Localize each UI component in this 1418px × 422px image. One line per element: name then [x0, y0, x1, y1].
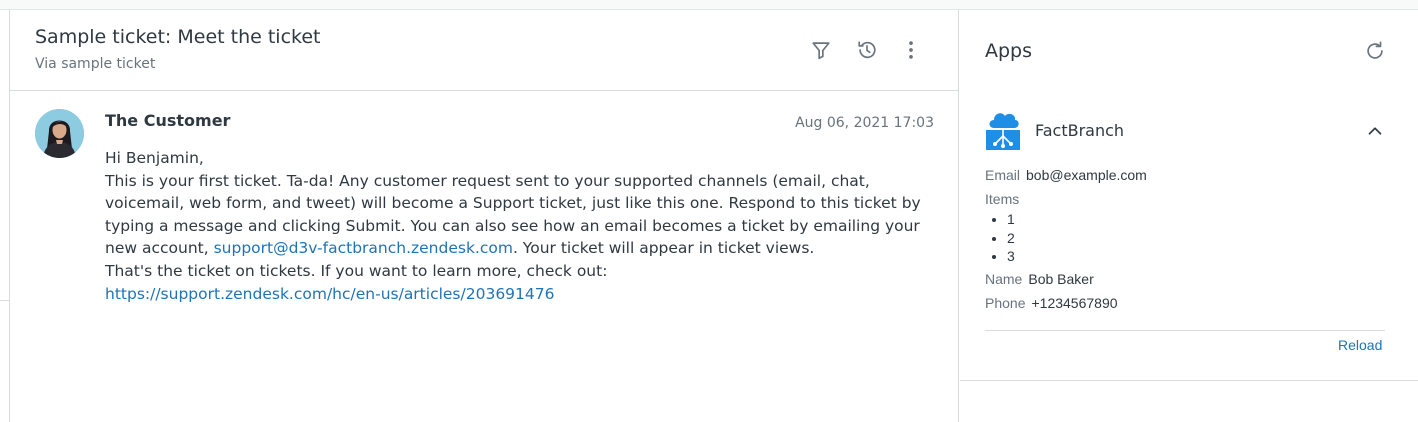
message-author: The Customer: [105, 111, 231, 130]
ticket-pane: Sample ticket: Meet the ticket Via sampl…: [10, 10, 959, 422]
history-icon[interactable]: [856, 39, 878, 61]
message-paragraph: This is your first ticket. Ta-da! Any cu…: [105, 170, 945, 260]
field-items: Items: [985, 190, 1385, 210]
list-item: 1: [1007, 210, 1385, 229]
message-closing: That's the ticket on tickets. If you wan…: [105, 261, 608, 280]
phone-value: +1234567890: [1031, 294, 1118, 311]
left-gutter: [0, 10, 10, 422]
field-name: Name Bob Baker: [985, 270, 1385, 294]
phone-label: Phone: [985, 294, 1026, 311]
support-email-link[interactable]: support@d3v-factbranch.zendesk.com: [214, 239, 513, 257]
avatar: [35, 109, 84, 158]
apps-panel: Apps FactBranch Email bob@example.com It…: [960, 10, 1418, 422]
field-phone: Phone +1234567890: [985, 294, 1385, 318]
refresh-icon[interactable]: [1364, 40, 1386, 62]
ticket-header: Sample ticket: Meet the ticket Via sampl…: [10, 10, 959, 91]
article-link[interactable]: https://support.zendesk.com/hc/en-us/art…: [105, 285, 555, 303]
ticket-channel: Via sample ticket: [35, 56, 156, 72]
apps-title: Apps: [985, 40, 1033, 62]
message-greeting: Hi Benjamin,: [105, 149, 204, 167]
items-list: 1 2 3: [985, 210, 1385, 266]
list-item: 3: [1007, 247, 1385, 266]
chevron-up-icon[interactable]: [1364, 120, 1386, 142]
name-value: Bob Baker: [1028, 270, 1094, 287]
app-name: FactBranch: [1035, 121, 1125, 140]
app-card-factbranch: FactBranch Email bob@example.com Items 1 …: [960, 94, 1418, 381]
field-email: Email bob@example.com: [985, 166, 1385, 190]
message-text: . Your ticket will appear in ticket view…: [512, 239, 815, 258]
email-label: Email: [985, 167, 1021, 183]
top-strip: [0, 0, 1418, 10]
message-body: Hi Benjamin, This is your first ticket. …: [105, 147, 945, 305]
ticket-title: Sample ticket: Meet the ticket: [35, 26, 321, 48]
more-vertical-icon[interactable]: [900, 39, 922, 61]
name-label: Name: [985, 270, 1023, 287]
factbranch-logo-icon: [985, 108, 1021, 152]
email-value: bob@example.com: [1026, 167, 1147, 183]
reload-link[interactable]: Reload: [1338, 337, 1382, 353]
items-label: Items: [985, 191, 1020, 207]
message-timestamp: Aug 06, 2021 17:03: [795, 115, 934, 131]
app-fields: Email bob@example.com Items 1 2 3 Name Bob…: [985, 166, 1385, 318]
divider: [985, 330, 1385, 331]
list-item: 2: [1007, 229, 1385, 248]
filter-icon[interactable]: [810, 39, 832, 61]
